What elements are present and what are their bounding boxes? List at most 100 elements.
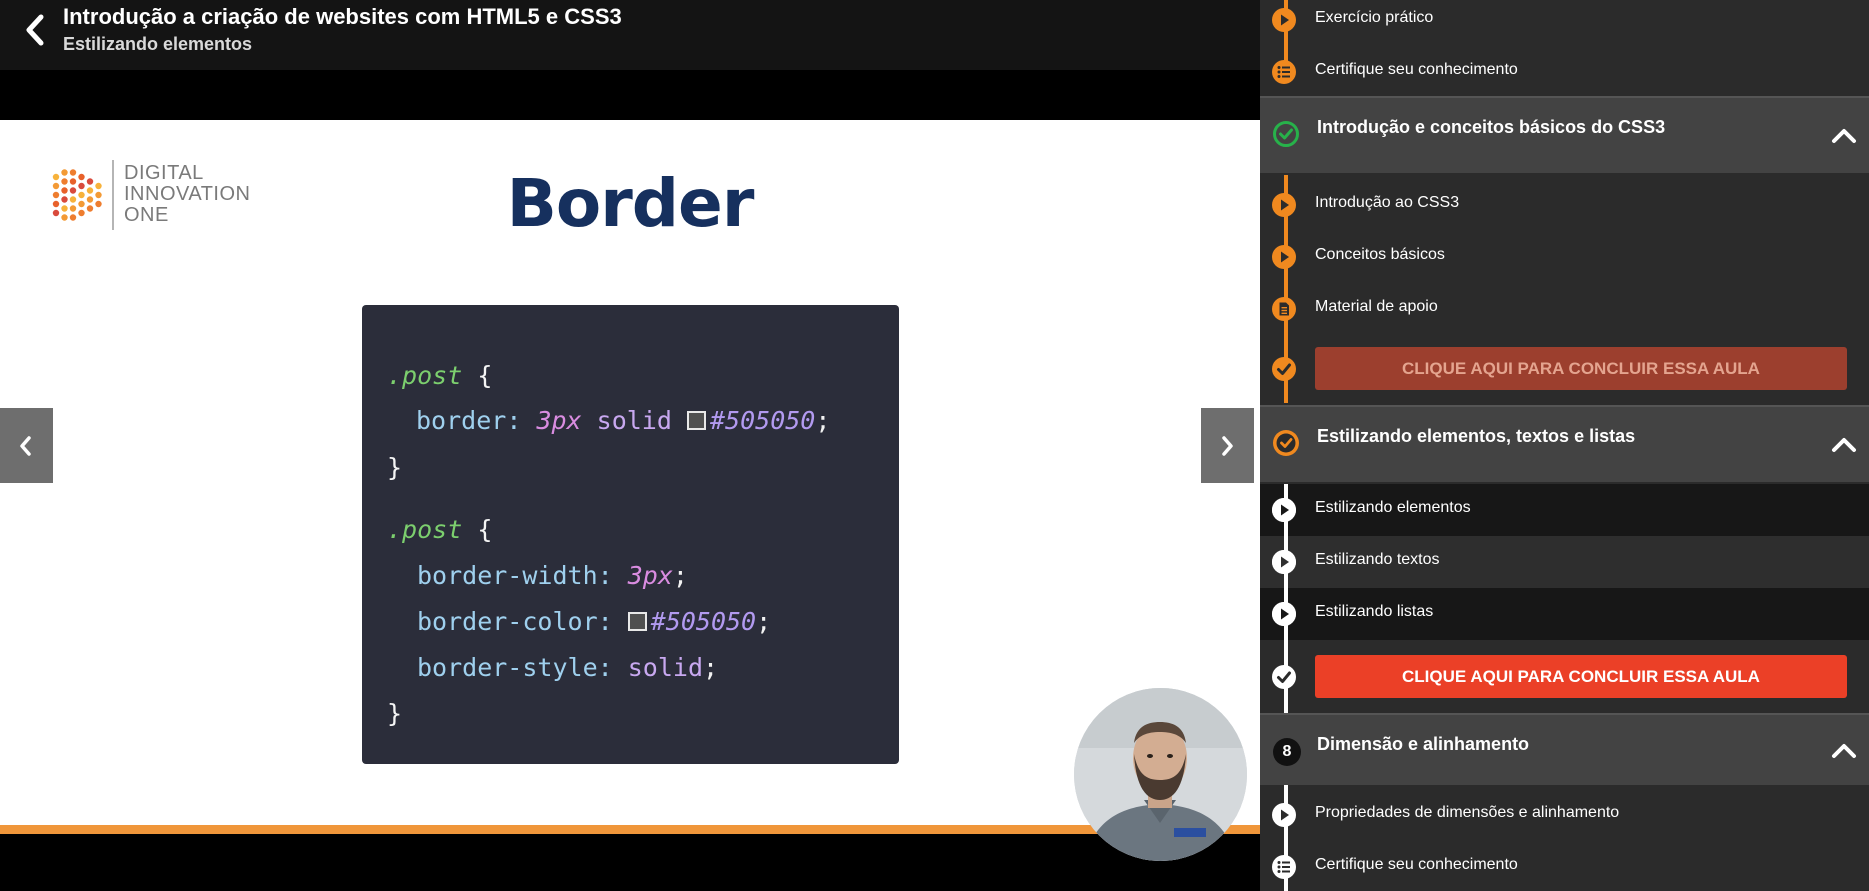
css-selector: .post	[387, 515, 463, 544]
lesson-item-label: Estilizando textos	[1315, 551, 1440, 568]
dio-logo: DIGITAL INNOVATION ONE	[50, 160, 265, 235]
code-punct: :	[506, 406, 522, 435]
header-bar: Introdução a criação de websites com HTM…	[0, 0, 1260, 70]
logo-dot	[95, 182, 102, 190]
logo-dot	[95, 200, 102, 208]
lesson-item-label: Certifique seu conhecimento	[1315, 61, 1518, 78]
slide-accent-bar	[0, 825, 1260, 834]
lesson-item[interactable]: Introdução ao CSS3	[1260, 179, 1869, 231]
code-line: .post {	[387, 361, 492, 390]
section-header-dimensao[interactable]: 8 Dimensão e alinhamento	[1260, 715, 1869, 785]
next-slide-button[interactable]	[1201, 408, 1254, 483]
instructor-webcam	[1074, 688, 1247, 861]
css-value: solid	[627, 653, 704, 682]
logo-dot	[69, 196, 77, 203]
css-value: #505050	[650, 607, 757, 636]
logo-dot	[52, 173, 60, 181]
lesson-item-label: Exercício prático	[1315, 9, 1434, 26]
logo-dot	[69, 178, 77, 185]
section-number-badge: 8	[1273, 738, 1301, 766]
section-header-css3[interactable]: Introdução e conceitos básicos do CSS3	[1260, 98, 1869, 173]
logo-dot	[95, 191, 102, 199]
logo-dot	[61, 196, 68, 203]
code-line: border-style: solid;	[417, 653, 718, 682]
code-line: }	[387, 699, 402, 728]
lesson-item-label: Introdução ao CSS3	[1315, 194, 1460, 211]
code-brace: }	[387, 699, 403, 728]
logo-dot	[52, 182, 60, 190]
logo-dot	[78, 209, 85, 217]
css-value: solid	[596, 406, 672, 435]
logo-dot	[61, 178, 68, 185]
check-circle-icon	[1273, 430, 1299, 456]
code-punct: :	[597, 653, 613, 682]
code-line: border-color: #505050;	[417, 607, 771, 636]
lesson-item-label: Estilizando elementos	[1315, 499, 1471, 516]
code-punct: :	[597, 607, 613, 636]
logo-dot	[61, 214, 68, 221]
logo-dot	[86, 205, 94, 212]
logo-dot	[69, 169, 77, 176]
lesson-item-label: Estilizando listas	[1315, 603, 1434, 620]
play-icon	[1272, 8, 1296, 32]
check-mark-icon	[1272, 357, 1296, 381]
app-root: Introdução a criação de websites com HTM…	[0, 0, 1869, 891]
code-brace: {	[477, 361, 493, 390]
section-title: Introdução e conceitos básicos do CSS3	[1317, 117, 1666, 137]
code-punct: :	[597, 561, 613, 590]
lesson-item[interactable]: Conceitos básicos	[1260, 231, 1869, 283]
play-icon	[1272, 602, 1296, 626]
code-line: }	[387, 453, 402, 482]
css-property: border-style	[417, 653, 598, 682]
instructor-avatar	[1074, 688, 1247, 861]
lesson-item-active[interactable]: Estilizando elementos	[1260, 484, 1869, 536]
course-sidebar: Exercício prático Certifique seu conheci…	[1260, 0, 1869, 891]
code-line: border: 3px solid #505050;	[416, 406, 830, 435]
course-title: Introdução a criação de websites com HTM…	[63, 4, 622, 29]
logo-dot	[52, 200, 60, 208]
css-selector: .post	[387, 361, 463, 390]
lesson-item[interactable]: Material de apoio	[1260, 283, 1869, 335]
lesson-subtitle: Estilizando elementos	[63, 34, 253, 54]
complete-lesson-button[interactable]: CLIQUE AQUI PARA CONCLUIR ESSA AULA	[1315, 347, 1847, 390]
css-value: #505050	[709, 406, 816, 435]
lesson-item[interactable]: Estilizando textos	[1260, 536, 1869, 588]
section-title: Dimensão e alinhamento	[1317, 734, 1530, 754]
logo-dot	[78, 173, 85, 181]
logo-divider	[112, 160, 114, 230]
list-icon	[1272, 855, 1296, 879]
logo-text-line: DIGITAL	[124, 162, 204, 184]
lesson-item[interactable]: Certifique seu conhecimento	[1260, 841, 1869, 891]
chevron-up-icon	[1832, 129, 1856, 143]
lesson-item[interactable]: Estilizando listas	[1260, 588, 1869, 640]
check-circle-icon	[1273, 121, 1299, 147]
play-icon	[1272, 803, 1296, 827]
back-button[interactable]	[18, 12, 54, 48]
logo-dot	[86, 178, 94, 185]
logo-text-line: ONE	[124, 204, 169, 226]
section-title: Estilizando elementos, textos e listas	[1317, 426, 1636, 446]
code-brace: }	[387, 453, 403, 482]
css-property: border-width	[417, 561, 598, 590]
previous-slide-button[interactable]	[0, 408, 53, 483]
logo-dot	[86, 196, 94, 203]
logo-dot	[61, 205, 68, 212]
css-value: 3px	[536, 406, 582, 435]
code-punct: ;	[703, 653, 719, 682]
lesson-item[interactable]: Certifique seu conhecimento	[1260, 46, 1869, 98]
lesson-item-label: Material de apoio	[1315, 298, 1438, 315]
complete-lesson-button[interactable]: CLIQUE AQUI PARA CONCLUIR ESSA AULA	[1315, 655, 1847, 698]
document-icon	[1272, 297, 1296, 321]
lesson-item[interactable]: Exercício prático	[1260, 0, 1869, 46]
play-icon	[1272, 498, 1296, 522]
code-line: border-width: 3px;	[417, 561, 688, 590]
code-punct: ;	[756, 607, 772, 636]
list-icon	[1272, 60, 1296, 84]
lesson-item[interactable]: Propriedades de dimensões e alinhamento	[1260, 789, 1869, 841]
chevron-up-icon	[1832, 438, 1856, 452]
css-value: 3px	[627, 561, 673, 590]
check-mark-icon	[1272, 665, 1296, 689]
section-header-estilizando[interactable]: Estilizando elementos, textos e listas	[1260, 407, 1869, 482]
logo-dot	[61, 187, 68, 194]
logo-dot	[69, 187, 77, 194]
